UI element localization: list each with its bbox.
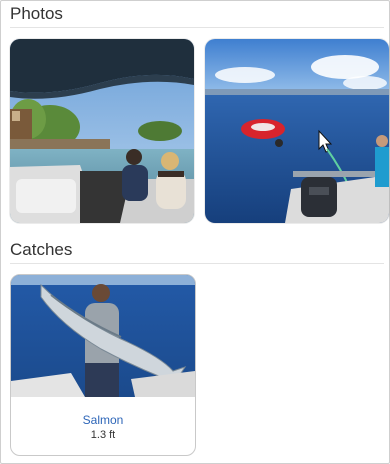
boat-lake-photo-icon xyxy=(10,39,194,223)
lake-float-photo-icon xyxy=(205,39,389,223)
photos-heading: Photos xyxy=(10,4,63,23)
catches-divider xyxy=(10,263,384,264)
photos-divider xyxy=(10,27,384,28)
catch-size-label: 1.3 ft xyxy=(90,429,116,441)
catch-card[interactable]: Salmon 1.3 ft xyxy=(10,274,196,456)
photo-thumbnail-boat[interactable] xyxy=(10,39,194,223)
catches-heading: Catches xyxy=(10,240,73,259)
photo-thumbnail-float[interactable] xyxy=(205,39,389,223)
fish-catch-photo-icon xyxy=(11,275,195,397)
catch-species-label[interactable]: Salmon xyxy=(11,413,195,427)
